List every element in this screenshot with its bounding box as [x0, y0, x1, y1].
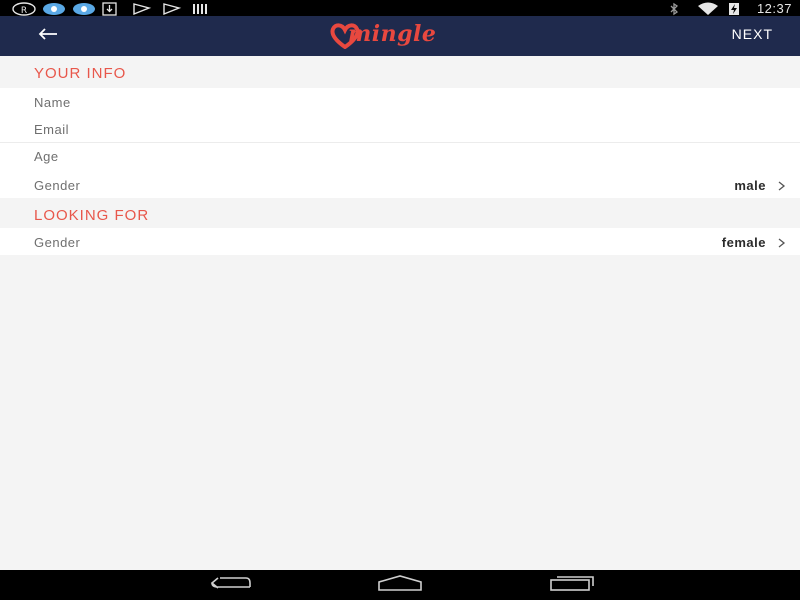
bluetooth-icon	[667, 2, 687, 15]
notification-icons: R	[12, 1, 212, 16]
barcode-icon	[192, 2, 212, 15]
app-bar: mingle NEXT	[0, 16, 800, 56]
nav-recents-button[interactable]	[542, 574, 602, 596]
battery-charging-icon	[727, 2, 747, 15]
gender-label: Gender	[34, 178, 81, 193]
recents-nav-icon	[547, 574, 597, 597]
nav-back-button[interactable]	[200, 574, 260, 596]
play-store-icon	[132, 2, 152, 15]
section-title: YOUR INFO	[34, 65, 127, 82]
svg-text:R: R	[21, 6, 27, 16]
play-store-icon	[162, 2, 182, 15]
gender-value: male	[734, 178, 766, 193]
app-notification-icon	[72, 2, 95, 15]
divider	[0, 142, 800, 143]
back-button[interactable]	[30, 22, 66, 50]
logo-text: mingle	[348, 21, 437, 47]
clock: 12:37	[756, 0, 792, 16]
home-nav-icon	[375, 574, 425, 597]
registered-icon: R	[12, 1, 36, 16]
name-label: Name	[34, 95, 71, 110]
looking-for-gender-selector[interactable]: Gender female	[0, 228, 800, 255]
gender-selector[interactable]: Gender male	[0, 171, 800, 198]
next-button[interactable]: NEXT	[732, 26, 773, 42]
system-icons: 12:37	[667, 0, 792, 16]
email-field[interactable]: Email	[0, 115, 800, 142]
gender-label: Gender	[34, 235, 81, 250]
wifi-icon	[697, 2, 718, 15]
status-bar: R 12:37	[0, 0, 800, 16]
download-icon	[102, 1, 122, 16]
nav-home-button[interactable]	[370, 574, 430, 596]
age-field[interactable]: Age	[0, 142, 800, 171]
screen: R 12:37 mingle NEXT YOUR INFO Name Email…	[0, 0, 800, 600]
back-nav-icon	[206, 575, 254, 596]
chevron-right-icon	[777, 236, 787, 248]
chevron-right-icon	[777, 179, 787, 191]
navigation-bar	[0, 570, 800, 600]
gender-value: female	[721, 235, 766, 250]
app-notification-icon	[42, 2, 65, 15]
back-arrow-icon	[37, 27, 59, 46]
name-field[interactable]: Name	[0, 88, 800, 115]
looking-for-fields: Gender female	[0, 228, 800, 255]
email-label: Email	[34, 122, 70, 137]
mingle-logo: mingle	[330, 21, 470, 51]
section-title: LOOKING FOR	[34, 207, 150, 224]
your-info-header: YOUR INFO	[0, 56, 800, 88]
your-info-fields: Name Email Age Gender male	[0, 88, 800, 198]
looking-for-header: LOOKING FOR	[0, 198, 800, 230]
age-label: Age	[34, 149, 59, 164]
